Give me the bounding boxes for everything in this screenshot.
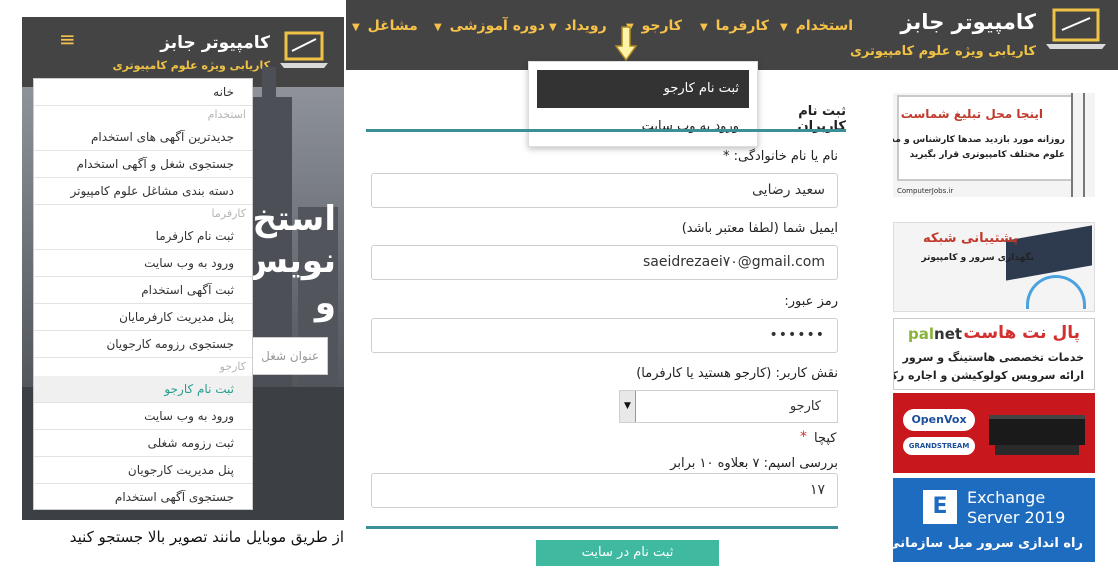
hero-text-line: و	[314, 283, 336, 323]
hero-text-line: استخ	[252, 199, 336, 239]
menu-item[interactable]: ورود به وب سایت	[34, 250, 252, 277]
ad-text-line: روزانه مورد بازدید صدها کارشناس و مدیر	[893, 135, 1065, 145]
hamburger-menu-icon[interactable]: ≡	[59, 29, 76, 49]
email-label: ایمیل شما (لطفا معتبر باشد)	[681, 221, 838, 236]
ad-title: راه اندازی سرور میل سازمانی	[893, 536, 1083, 551]
nav-label: مشاغل	[367, 18, 418, 34]
nav-item-employer[interactable]: کارفرما ▼	[700, 18, 769, 34]
menu-item[interactable]: جدیدترین آگهی های استخدام	[34, 124, 252, 151]
menu-item[interactable]: ثبت نام کارجو	[34, 376, 252, 403]
grandstream-logo: GRANDSTREAM	[903, 437, 975, 455]
mobile-header: ≡ کامپیوتر جابز کاریابی ویژه علوم کامپیو…	[22, 17, 344, 87]
ad-banner-openvox[interactable]: OpenVox GRANDSTREAM	[893, 393, 1095, 473]
chevron-down-icon: ▼	[780, 22, 788, 33]
nav-label: استخدام	[795, 18, 854, 34]
menu-section-heading: کارجو	[219, 360, 246, 373]
divider	[366, 129, 846, 132]
logo-part: pal	[908, 325, 935, 343]
ad-text: Server 2019	[967, 508, 1066, 527]
captcha-question: بررسی اسپم: ۷ بعلاوه ۱۰ برابر	[670, 456, 838, 471]
mobile-search-input[interactable]: عنوان شغل	[252, 337, 328, 375]
top-nav-bar: کامپیوتر جابز کاریابی ویژه علوم کامپیوتر…	[346, 0, 1118, 70]
chevron-down-icon: ▼	[434, 22, 442, 33]
laptop-logo-icon	[280, 31, 328, 68]
ladder-icon	[1071, 93, 1085, 197]
dropdown-item-register-jobseeker[interactable]: ثبت نام کارجو	[537, 70, 749, 108]
menu-item[interactable]: جستجوی شغل و آگهی استخدام	[34, 151, 252, 178]
laptop-logo-icon	[1046, 8, 1106, 49]
role-select-value: کارجو	[789, 399, 821, 414]
chevron-down-icon: ▼	[700, 22, 708, 33]
hero-text-line: نویس	[241, 241, 336, 281]
mobile-brand-tagline: کاریابی ویژه علوم کامپیوتری	[112, 59, 270, 72]
chevron-down-icon: ▼	[352, 22, 360, 33]
ad-banner-advertise-here[interactable]: اینجا محل تبلیغ شماست روزانه مورد بازدید…	[893, 93, 1095, 197]
ad-title: پشتیبانی شبکه	[922, 231, 1018, 246]
submit-button[interactable]: ثبت نام در سایت	[536, 540, 719, 566]
required-star: *	[800, 429, 807, 445]
name-field[interactable]: سعید رضایی	[371, 173, 838, 208]
jobseeker-dropdown-menu: ثبت نام کارجو ورود به وب سایت	[528, 61, 758, 147]
email-field[interactable]: saeidrezaei۷۰@gmail.com	[371, 245, 838, 280]
ad-text: نگهداری سرور و کامپیوتر	[921, 253, 1034, 263]
password-label: رمز عبور:	[784, 294, 838, 309]
down-arrow-annotation-icon	[615, 26, 637, 62]
nav-item-courses[interactable]: دوره آموزشی ▼	[434, 18, 545, 34]
ad-title: اینجا محل تبلیغ شماست	[900, 107, 1043, 121]
menu-item[interactable]: ورود به وب سایت	[34, 403, 252, 430]
voip-device-icon	[995, 445, 1079, 455]
cable-icon	[1026, 275, 1086, 309]
nav-item-jobs[interactable]: مشاغل ▼	[352, 18, 418, 34]
menu-item[interactable]: ثبت رزومه شغلی	[34, 430, 252, 457]
menu-item[interactable]: ثبت آگهی استخدام	[34, 277, 252, 304]
menu-item[interactable]: جستجوی رزومه کارجویان	[34, 331, 252, 358]
mobile-caption: از طریق موبایل مانند تصویر بالا جستجو کن…	[69, 528, 344, 546]
password-field[interactable]: ••••••	[371, 318, 838, 353]
ad-text-line: علوم مختلف کامپیوتری قرار بگیرید	[909, 150, 1065, 160]
nav-item-employment[interactable]: استخدام ▼	[780, 18, 853, 34]
menu-item[interactable]: ثبت نام کارفرما	[34, 223, 252, 250]
ad-title: پال نت هاست	[963, 323, 1080, 343]
captcha-label: کپچا	[814, 431, 837, 446]
menu-item[interactable]: پنل مدیریت کارجویان	[34, 457, 252, 484]
divider	[366, 526, 838, 529]
brand-name: کامپیوتر جابز	[900, 10, 1036, 34]
nav-label: رویداد	[564, 18, 607, 34]
menu-section-heading: کارفرما	[211, 207, 246, 220]
role-label: نقش کاربر: (کارجو هستید یا کارفرما)	[636, 366, 838, 381]
ad-banner-exchange-server[interactable]: E Exchange Server 2019 راه اندازی سرور م…	[893, 478, 1095, 562]
ad-text: روزانه مورد بازدید صدها کارشناس و مدیر عل…	[893, 133, 1065, 163]
ad-banner-network-support[interactable]: پشتیبانی شبکه نگهداری سرور و کامپیوتر	[893, 222, 1095, 312]
ad-text: خدمات تخصصی هاستینگ و سرور	[902, 351, 1084, 364]
brand-tagline: کاریابی ویژه علوم کامپیوتری	[849, 44, 1036, 59]
brand-logo[interactable]: کامپیوتر جابز کاریابی ویژه علوم کامپیوتر…	[850, 2, 1110, 66]
building-spire	[262, 67, 276, 107]
captcha-field[interactable]: ۱۷	[371, 473, 838, 508]
menu-item[interactable]: دسته بندی مشاغل علوم کامپیوتر	[34, 178, 252, 205]
ad-text: Exchange	[967, 488, 1046, 507]
role-select[interactable]: کارجو ▼	[619, 390, 838, 423]
chevron-down-icon: ▼	[549, 22, 557, 33]
ad-site: ComputerJobs.ir	[897, 187, 954, 195]
menu-item[interactable]: جستجوی آگهی استخدام	[34, 484, 252, 509]
mobile-nav-menu: خانه استخدام جدیدترین آگهی های استخدام جستج…	[33, 78, 253, 510]
mobile-brand-name: کامپیوتر جابز	[160, 33, 270, 53]
name-label: نام یا نام خانوادگی: *	[722, 149, 838, 164]
nav-label: کارفرما	[715, 18, 769, 34]
palnet-logo: palnet	[908, 325, 962, 343]
logo-part: net	[934, 325, 963, 343]
nav-label: کارجو	[641, 18, 682, 34]
nav-label: دوره آموزشی	[449, 18, 545, 34]
ad-text: ارائه سرویس کولوکیشن و اجاره رک	[893, 369, 1084, 382]
dropdown-item-login[interactable]: ورود به وب سایت	[537, 108, 749, 146]
menu-item[interactable]: خانه	[34, 79, 252, 106]
openvox-logo: OpenVox	[903, 409, 975, 431]
nav-item-event[interactable]: رویداد ▼	[549, 18, 607, 34]
exchange-logo-icon: E	[923, 490, 957, 524]
voip-device-icon	[989, 415, 1085, 445]
menu-section-heading: استخدام	[207, 108, 246, 121]
menu-item[interactable]: پنل مدیریت کارفرمایان	[34, 304, 252, 331]
ad-banner-palnet-host[interactable]: palnet پال نت هاست خدمات تخصصی هاستینگ و…	[893, 318, 1095, 390]
dropdown-arrow-icon[interactable]: ▼	[620, 391, 636, 422]
